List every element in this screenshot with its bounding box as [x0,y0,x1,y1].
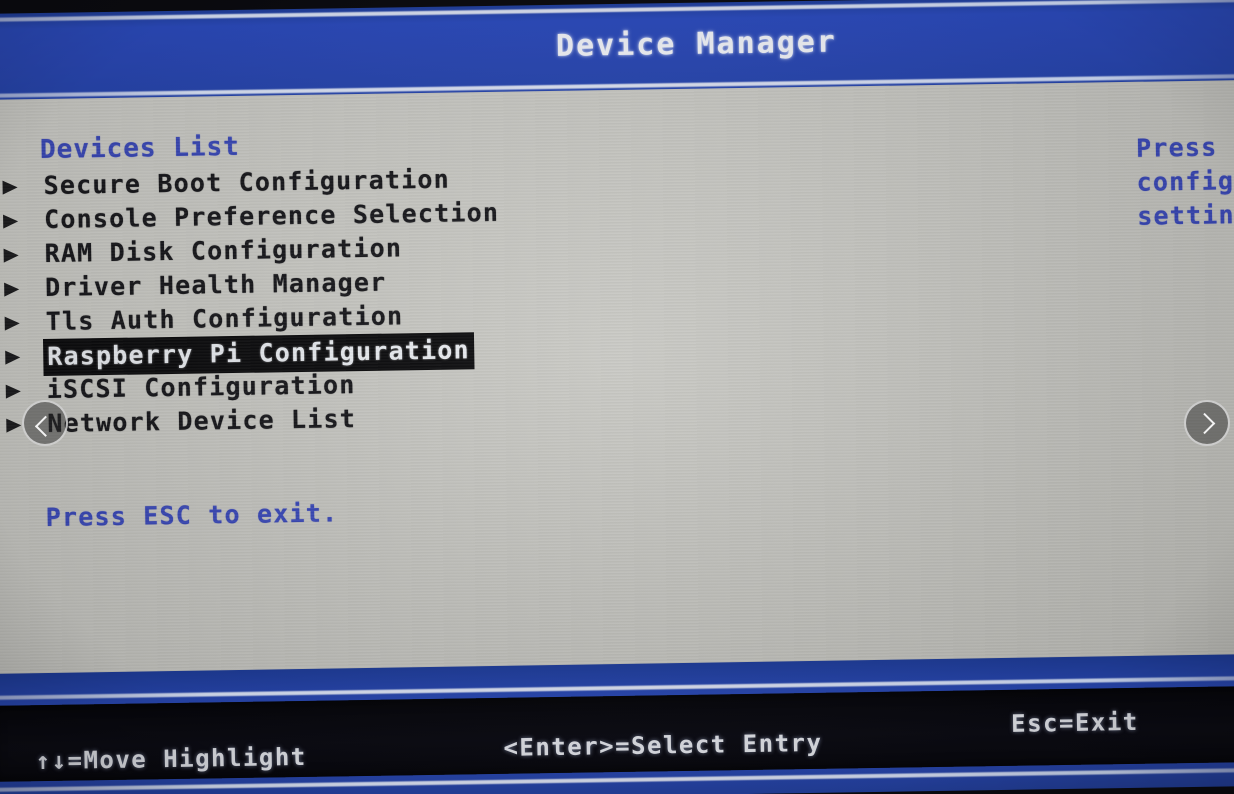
triangle-right-icon [5,384,21,399]
title-bar-highlight-line-top [0,0,1234,23]
devices-list: Secure Boot Configuration Console Prefer… [0,150,1234,442]
triangle-right-icon [3,248,19,263]
chevron-left-icon [34,415,56,437]
triangle-right-icon [5,350,21,365]
carousel-next-button[interactable] [1184,400,1230,446]
triangle-right-icon [6,418,22,433]
bios-screen-photo: Device Manager Devices List Secure Boot … [0,0,1234,794]
triangle-right-icon [2,180,18,195]
key-hint-select-entry: <Enter>=Select Entry [503,728,823,762]
key-legend-bar: ↑↓=Move Highlight <Enter>=Select Entry E… [0,686,1234,782]
triangle-right-icon [3,214,19,229]
key-hint-move-highlight: ↑↓=Move Highlight [35,742,307,776]
triangle-right-icon [4,282,20,297]
help-panel-line-1: Press < [1135,132,1234,163]
page-title: Device Manager [555,24,838,64]
menu-item-label: RAM Disk Configuration [44,233,403,268]
chevron-right-icon [1193,412,1215,434]
carousel-prev-button[interactable] [22,400,68,446]
menu-item-label: Tls Auth Configuration [45,301,404,336]
help-panel-line-3: settin [1136,200,1234,231]
help-panel: Press < configu settin [1136,129,1234,234]
menu-item-label: Network Device List [47,404,357,438]
exit-hint: Press ESC to exit. [45,498,339,532]
form-body: Devices List Secure Boot Configuration C… [0,79,1234,677]
form-content: Devices List Secure Boot Configuration C… [0,94,1234,533]
help-panel-line-2: configu [1136,166,1234,197]
menu-item-label: iSCSI Configuration [46,370,356,404]
triangle-right-icon [4,316,20,331]
footer-bar: ↑↓=Move Highlight <Enter>=Select Entry E… [0,653,1234,794]
key-hint-exit: Esc=Exit [1010,707,1139,738]
menu-item-label: Driver Health Manager [44,267,387,302]
screen-surface: Device Manager Devices List Secure Boot … [0,0,1234,794]
